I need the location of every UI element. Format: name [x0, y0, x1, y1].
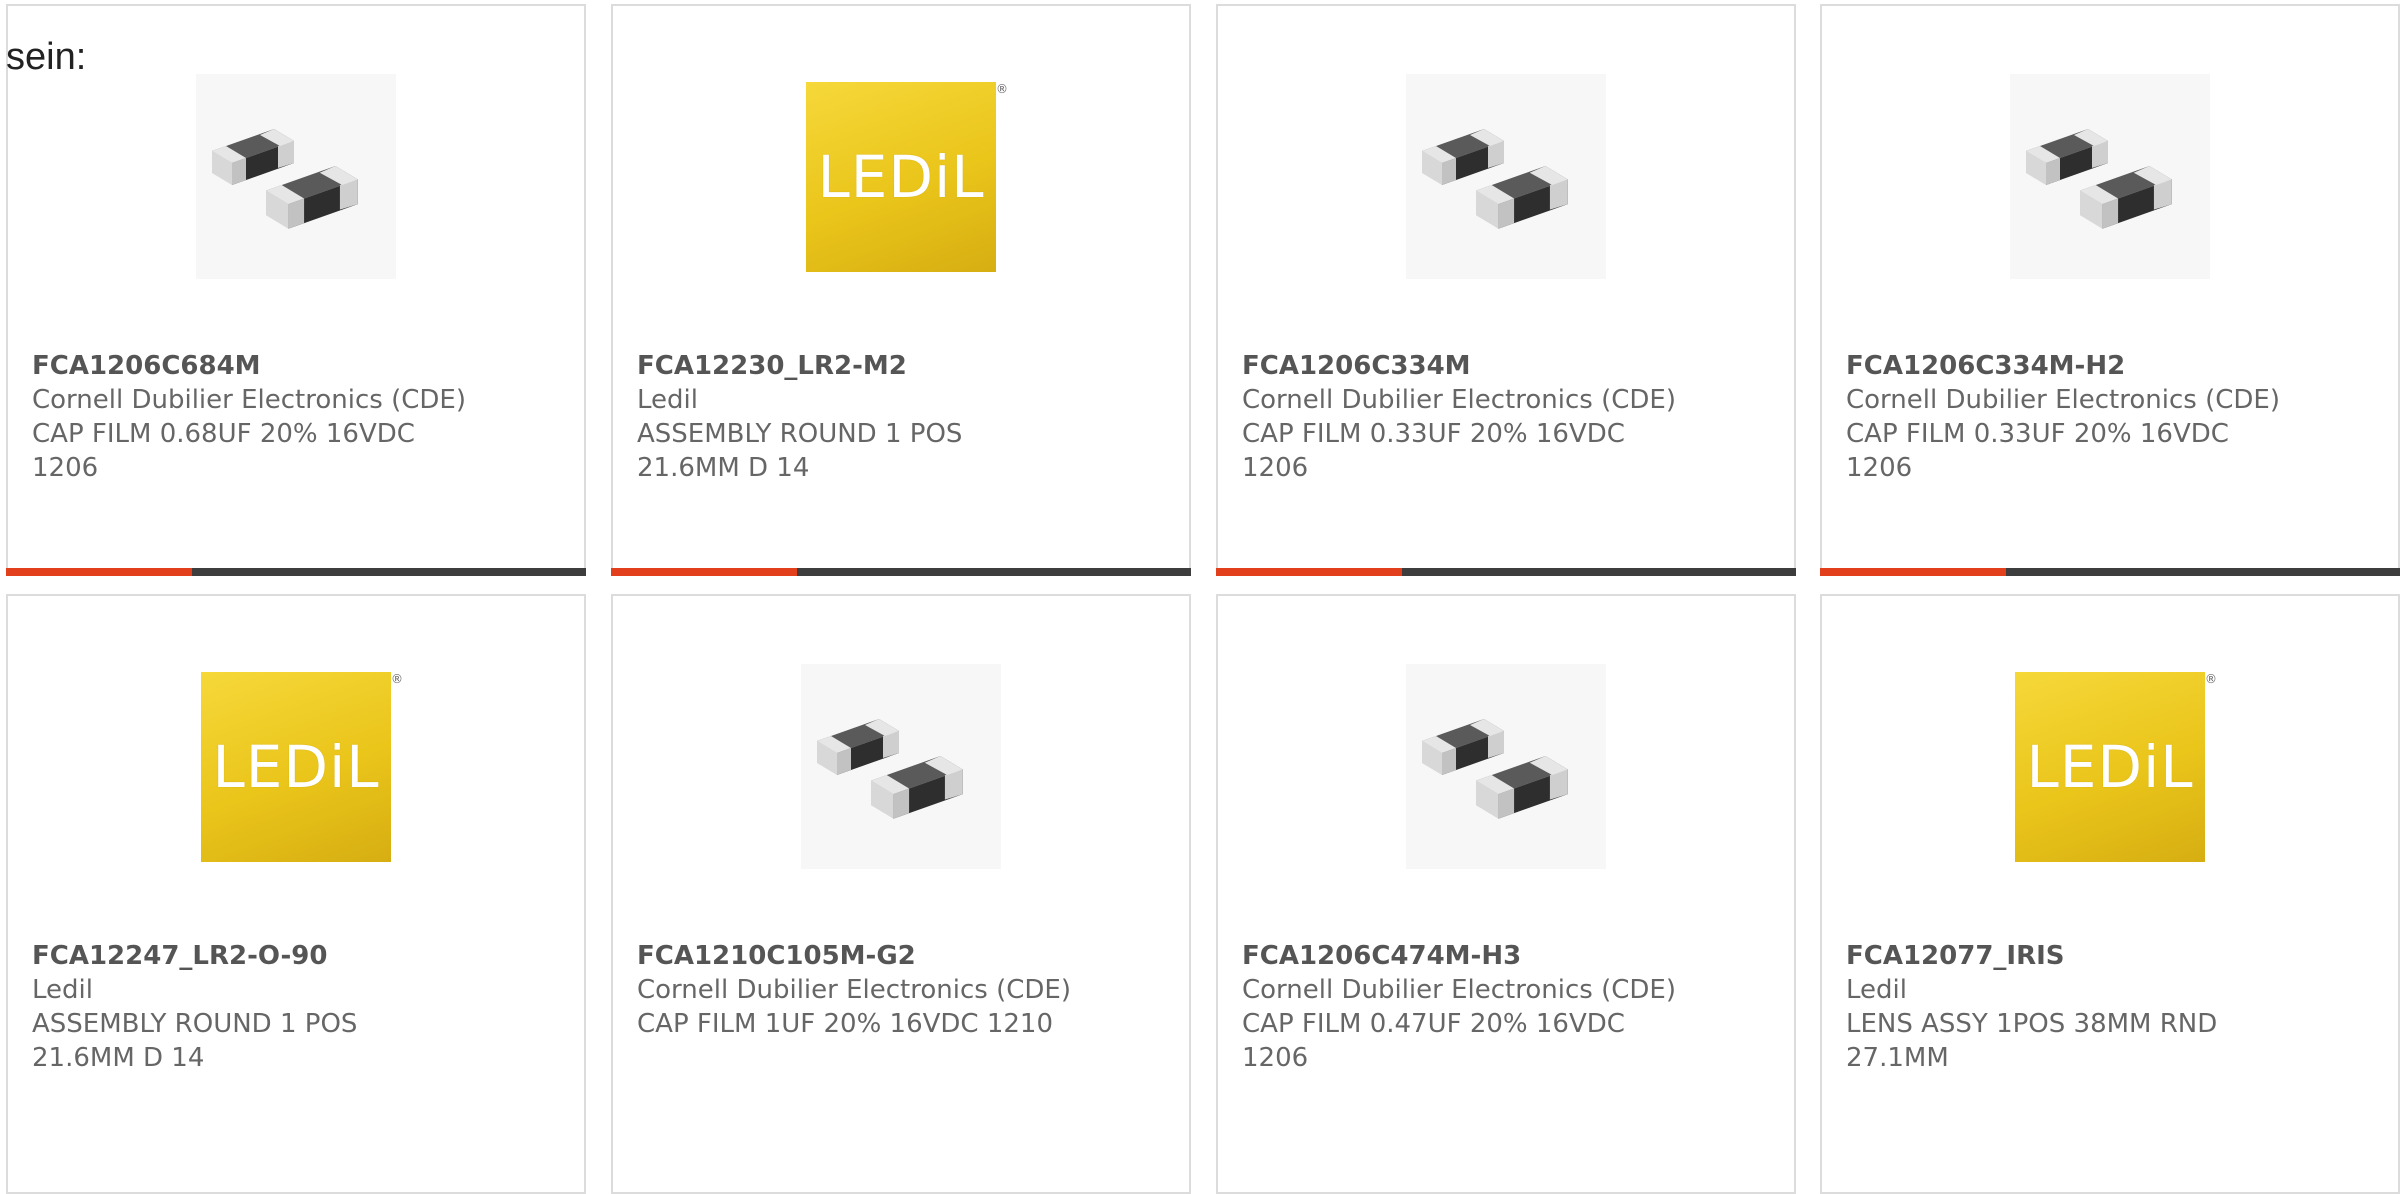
- product-card[interactable]: FCA1206C684M Cornell Dubilier Electronic…: [6, 4, 586, 576]
- manufacturer-name: Cornell Dubilier Electronics (CDE): [32, 385, 466, 415]
- product-description-cont: 21.6MM D 14: [32, 1043, 205, 1073]
- product-card[interactable]: FCA1206C334M-H2 Cornell Dubilier Electro…: [1820, 4, 2400, 576]
- product-description: ASSEMBLY ROUND 1 POS: [32, 1009, 358, 1039]
- product-description: ASSEMBLY ROUND 1 POS: [637, 419, 963, 449]
- product-description: CAP FILM 0.68UF 20% 16VDC: [32, 419, 415, 449]
- product-card[interactable]: LEDiL ® FCA12230_LR2-M2 Ledil ASSEMBLY R…: [611, 4, 1191, 576]
- smd-capacitor-image: [196, 74, 396, 279]
- product-description: LENS ASSY 1POS 38MM RND: [1846, 1009, 2218, 1039]
- progress-fill: [6, 568, 192, 576]
- product-description-cont: 1206: [1242, 1043, 1309, 1073]
- product-card[interactable]: LEDiL ® FCA12077_IRIS Ledil LENS ASSY 1P…: [1820, 594, 2400, 1194]
- product-image[interactable]: LEDiL ®: [196, 664, 403, 869]
- smd-capacitor-image: [1406, 74, 1606, 279]
- manufacturer-name: Cornell Dubilier Electronics (CDE): [637, 975, 1071, 1005]
- progress-fill: [1216, 568, 1402, 576]
- manufacturer-name: Cornell Dubilier Electronics (CDE): [1846, 385, 2280, 415]
- part-number[interactable]: FCA1206C334M: [1242, 349, 1774, 383]
- product-card[interactable]: FCA1210C105M-G2 Cornell Dubilier Electro…: [611, 594, 1191, 1194]
- product-image[interactable]: [196, 74, 396, 279]
- product-grid: FCA1206C684M Cornell Dubilier Electronic…: [0, 0, 2400, 1194]
- ledil-logo: LEDiL ®: [806, 81, 1008, 272]
- manufacturer-name: Ledil: [637, 385, 698, 415]
- part-number[interactable]: FCA12077_IRIS: [1846, 939, 2378, 973]
- manufacturer-name: Cornell Dubilier Electronics (CDE): [1242, 975, 1676, 1005]
- product-card[interactable]: LEDiL ® FCA12247_LR2-O-90 Ledil ASSEMBLY…: [6, 594, 586, 1194]
- progress-bar: [1820, 568, 2400, 576]
- product-description-cont: 27.1MM: [1846, 1043, 1949, 1073]
- progress-bar: [611, 568, 1191, 576]
- smd-capacitor-image: [2010, 74, 2210, 279]
- product-image[interactable]: LEDiL ®: [801, 74, 1008, 279]
- manufacturer-name: Ledil: [1846, 975, 1907, 1005]
- product-image[interactable]: [1406, 74, 1606, 279]
- manufacturer-name: Cornell Dubilier Electronics (CDE): [1242, 385, 1676, 415]
- progress-bar: [6, 568, 586, 576]
- product-description-cont: 1206: [1846, 453, 1913, 483]
- ledil-logo: LEDiL ®: [201, 671, 403, 862]
- part-number[interactable]: FCA12230_LR2-M2: [637, 349, 1169, 383]
- progress-fill: [611, 568, 797, 576]
- product-card[interactable]: FCA1206C474M-H3 Cornell Dubilier Electro…: [1216, 594, 1796, 1194]
- intro-text: sein:: [6, 36, 87, 78]
- part-number[interactable]: FCA1206C684M: [32, 349, 564, 383]
- product-description-cont: 21.6MM D 14: [637, 453, 810, 483]
- ledil-logo: LEDiL ®: [2015, 671, 2217, 862]
- product-description: CAP FILM 1UF 20% 16VDC 1210: [637, 1009, 1054, 1039]
- part-number[interactable]: FCA1206C334M-H2: [1846, 349, 2378, 383]
- smd-capacitor-image: [1406, 664, 1606, 869]
- part-number[interactable]: FCA1206C474M-H3: [1242, 939, 1774, 973]
- product-card[interactable]: FCA1206C334M Cornell Dubilier Electronic…: [1216, 4, 1796, 576]
- product-image[interactable]: [801, 664, 1001, 869]
- product-image[interactable]: LEDiL ®: [2010, 664, 2217, 869]
- product-description: CAP FILM 0.47UF 20% 16VDC: [1242, 1009, 1625, 1039]
- product-description: CAP FILM 0.33UF 20% 16VDC: [1242, 419, 1625, 449]
- part-number[interactable]: FCA12247_LR2-O-90: [32, 939, 564, 973]
- product-description-cont: 1206: [1242, 453, 1309, 483]
- product-description-cont: 1206: [32, 453, 99, 483]
- product-description: CAP FILM 0.33UF 20% 16VDC: [1846, 419, 2229, 449]
- progress-fill: [1820, 568, 2006, 576]
- part-number[interactable]: FCA1210C105M-G2: [637, 939, 1169, 973]
- product-image[interactable]: [1406, 664, 1606, 869]
- product-image[interactable]: [2010, 74, 2210, 279]
- manufacturer-name: Ledil: [32, 975, 93, 1005]
- progress-bar: [1216, 568, 1796, 576]
- smd-capacitor-image: [801, 664, 1001, 869]
